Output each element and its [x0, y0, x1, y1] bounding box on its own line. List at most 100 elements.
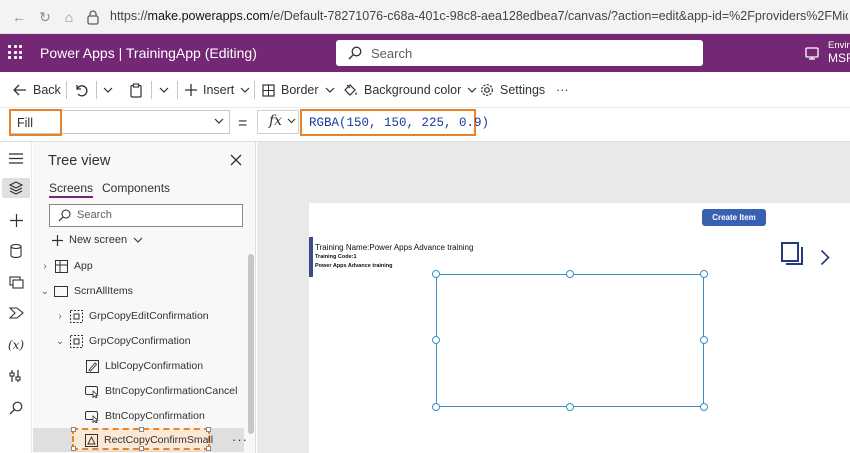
resize-handle[interactable]	[432, 403, 440, 411]
divider	[254, 81, 255, 99]
undo-icon	[76, 85, 88, 97]
app-screen[interactable]: Create Item Training Name:Power Apps Adv…	[309, 203, 850, 453]
chevron-right-icon[interactable]	[820, 249, 830, 266]
border-icon	[262, 83, 275, 97]
settings-button[interactable]: Settings	[480, 72, 545, 108]
media-icon[interactable]	[6, 272, 26, 292]
formula-bar: Fill = fx RGBA(150, 150, 225, 0.9)	[0, 108, 850, 142]
chevron-down-icon[interactable]: ⌄	[40, 286, 50, 297]
card-accent-bar	[309, 237, 313, 277]
tree-item-btncopyconfirmation[interactable]: BtnCopyConfirmation	[33, 404, 248, 428]
power-automate-icon[interactable]	[6, 303, 26, 323]
button-icon	[85, 384, 99, 398]
browser-refresh-icon[interactable]: ↻	[36, 8, 54, 26]
lock-icon	[87, 10, 99, 25]
plus-icon	[185, 84, 197, 96]
group-icon	[69, 334, 83, 348]
formula-text: RGBA(150, 150, 225, 0.9)	[309, 116, 490, 130]
tree-item-grpcopyconfirmation[interactable]: ⌄ GrpCopyConfirmation	[33, 329, 248, 353]
training-name-label[interactable]: Training Name:Power Apps Advance trainin…	[315, 243, 473, 252]
tree-search-placeholder: Search	[77, 209, 112, 221]
insert-plus-icon[interactable]	[6, 210, 26, 230]
resize-handle[interactable]	[566, 403, 574, 411]
chevron-down-icon[interactable]: ⌄	[55, 336, 65, 347]
variables-icon[interactable]: (x)	[6, 335, 26, 355]
address-field[interactable]: https://make.powerapps.com/e/Default-782…	[110, 9, 848, 23]
background-color-label: Background color	[364, 83, 462, 97]
search-icon	[58, 209, 71, 222]
label-icon	[85, 359, 99, 373]
app-title: Power Apps | TrainingApp (Editing)	[40, 45, 257, 61]
browser-back-icon[interactable]: ←	[10, 8, 28, 26]
undo-dropdown[interactable]	[103, 72, 113, 108]
data-cylinder-icon[interactable]	[6, 241, 26, 261]
button-icon	[85, 409, 99, 423]
copy-icon[interactable]	[780, 241, 804, 267]
resize-handle[interactable]	[700, 270, 708, 278]
resize-handle[interactable]	[700, 336, 708, 344]
arrow-left-icon	[13, 84, 26, 96]
background-color-button[interactable]: Background color	[343, 72, 477, 108]
formula-input[interactable]: RGBA(150, 150, 225, 0.9)	[300, 109, 489, 136]
create-item-button[interactable]: Create Item	[702, 209, 766, 226]
back-button[interactable]: Back	[13, 72, 61, 108]
close-icon[interactable]	[230, 154, 242, 166]
tree-item-label: BtnCopyConfirmationCancel	[105, 385, 238, 397]
property-value: Fill	[17, 116, 33, 130]
insert-button[interactable]: Insert	[185, 72, 250, 108]
tree-item-btncopyconfirmationcancel[interactable]: BtnCopyConfirmationCancel	[33, 379, 248, 403]
browser-url-bar: ← ↻ ⌂ https://make.powerapps.com/e/Defau…	[0, 0, 850, 34]
divider	[66, 81, 67, 99]
tree-item-rectcopyconfirmsmall-content: RectCopyConfirmSmall	[33, 428, 213, 452]
new-screen-button[interactable]: New screen	[52, 233, 143, 247]
canvas-area: Create Item Training Name:Power Apps Adv…	[257, 142, 850, 453]
resize-handle[interactable]	[566, 270, 574, 278]
chevron-down-icon	[214, 118, 224, 124]
tree-item-scrnallitems[interactable]: ⌄ ScrnAllItems	[33, 279, 248, 303]
tab-screens[interactable]: Screens	[49, 181, 94, 198]
tree-search-input[interactable]: Search	[49, 204, 243, 227]
chevron-right-icon[interactable]: ›	[40, 261, 50, 272]
chevron-down-icon	[287, 118, 296, 124]
app-launcher-icon[interactable]	[8, 45, 22, 59]
tree-item-lblcopyconfirmation[interactable]: LblCopyConfirmation	[33, 354, 248, 378]
more-commands-label: ···	[556, 83, 569, 97]
plus-icon	[52, 234, 63, 246]
settings-label: Settings	[500, 83, 546, 97]
hamburger-menu-icon[interactable]	[6, 148, 26, 168]
paste-dropdown[interactable]	[159, 72, 169, 108]
tree-scrollbar[interactable]	[248, 254, 254, 434]
tree-item-label: App	[74, 260, 93, 272]
chevron-right-icon[interactable]: ›	[55, 311, 65, 322]
training-description-label[interactable]: Power Apps Advance training	[315, 263, 393, 269]
resize-handle[interactable]	[432, 270, 440, 278]
global-search-input[interactable]: Search	[336, 40, 703, 66]
tree-item-grpcopyeditconfirmation[interactable]: › GrpCopyEditConfirmation	[33, 304, 248, 328]
tab-components[interactable]: Components	[102, 181, 170, 195]
function-button[interactable]: fx	[257, 110, 299, 134]
new-screen-label: New screen	[69, 234, 128, 246]
browser-home-icon[interactable]: ⌂	[60, 8, 78, 26]
item-more-options[interactable]: ···	[232, 432, 248, 447]
back-label: Back	[33, 83, 61, 97]
tree-view-icon[interactable]	[2, 178, 30, 198]
tree-item-label: LblCopyConfirmation	[105, 360, 204, 372]
environment-name[interactable]: MSF	[828, 51, 850, 65]
training-code-label[interactable]: Training Code:1	[315, 254, 357, 260]
chevron-down-icon	[159, 87, 169, 93]
selected-rectangle[interactable]	[432, 270, 708, 411]
resize-handle[interactable]	[432, 336, 440, 344]
environment-icon[interactable]	[804, 45, 820, 61]
more-commands-button[interactable]: ···	[556, 72, 569, 108]
property-highlight: Fill	[9, 109, 62, 136]
search-icon[interactable]	[6, 398, 26, 418]
paste-button[interactable]	[129, 72, 143, 108]
tree-item-app[interactable]: › App	[33, 254, 248, 278]
resize-handle[interactable]	[700, 403, 708, 411]
tree-view-title: Tree view	[48, 153, 111, 169]
border-button[interactable]: Border	[262, 72, 335, 108]
tree-item-label: RectCopyConfirmSmall	[104, 434, 214, 446]
undo-button[interactable]	[74, 72, 88, 108]
tools-icon[interactable]	[6, 366, 26, 386]
tree-item-label: GrpCopyEditConfirmation	[89, 310, 209, 322]
